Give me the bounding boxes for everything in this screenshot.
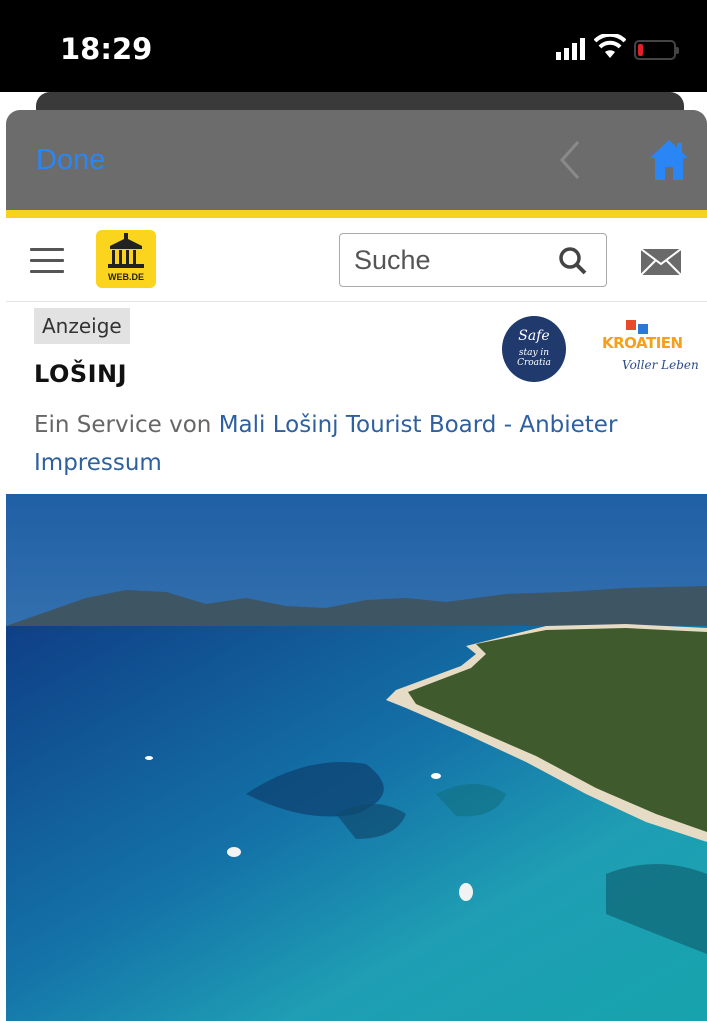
service-prefix: Ein Service von [34,412,219,438]
wifi-icon [594,34,626,58]
kroatien-logo: KROATIEN Voller Leben [602,318,700,382]
mail-icon[interactable] [640,248,682,276]
in-app-browser-toolbar: Done [6,110,707,214]
done-button[interactable]: Done [36,144,105,177]
status-bar: 18:29 [0,0,707,92]
webde-logo[interactable]: WEB.DE [96,230,156,288]
safe-stay-logo: Safe stay in Croatia [502,316,566,382]
home-icon[interactable] [648,138,690,182]
logo-text: WEB.DE [108,272,144,282]
ad-block: Anzeige LOŠINJ Safe stay in Croatia KROA… [6,302,707,494]
signal-icon [556,38,585,60]
ad-service-text: Ein Service von Mali Lošinj Tourist Boar… [34,406,674,482]
kroatien-mark-icon [626,320,648,334]
battery-icon [634,40,679,60]
site-header: WEB.DE [6,218,707,302]
ad-title: LOŠINJ [34,360,128,388]
safe-badge-sub: stay in Croatia [517,348,551,368]
kroatien-tagline: Voller Leben [622,358,699,372]
search-box[interactable] [339,233,607,287]
hamburger-menu-icon[interactable] [30,248,64,274]
search-input[interactable] [354,244,554,276]
search-icon[interactable] [558,246,588,276]
hero-image[interactable] [6,494,707,1021]
coastline-photo [6,494,707,1021]
building-icon [108,233,144,268]
safe-badge-title: Safe [518,328,550,344]
brand-accent-bar [6,210,707,218]
ad-badge: Anzeige [34,308,130,344]
back-chevron-icon[interactable] [556,138,582,182]
kroatien-word: KROATIEN [602,334,683,352]
status-time: 18:29 [60,32,153,66]
provider-link[interactable]: Mali Lošinj Tourist Board - Anbieter [219,412,618,438]
impressum-link[interactable]: Impressum [34,450,162,476]
